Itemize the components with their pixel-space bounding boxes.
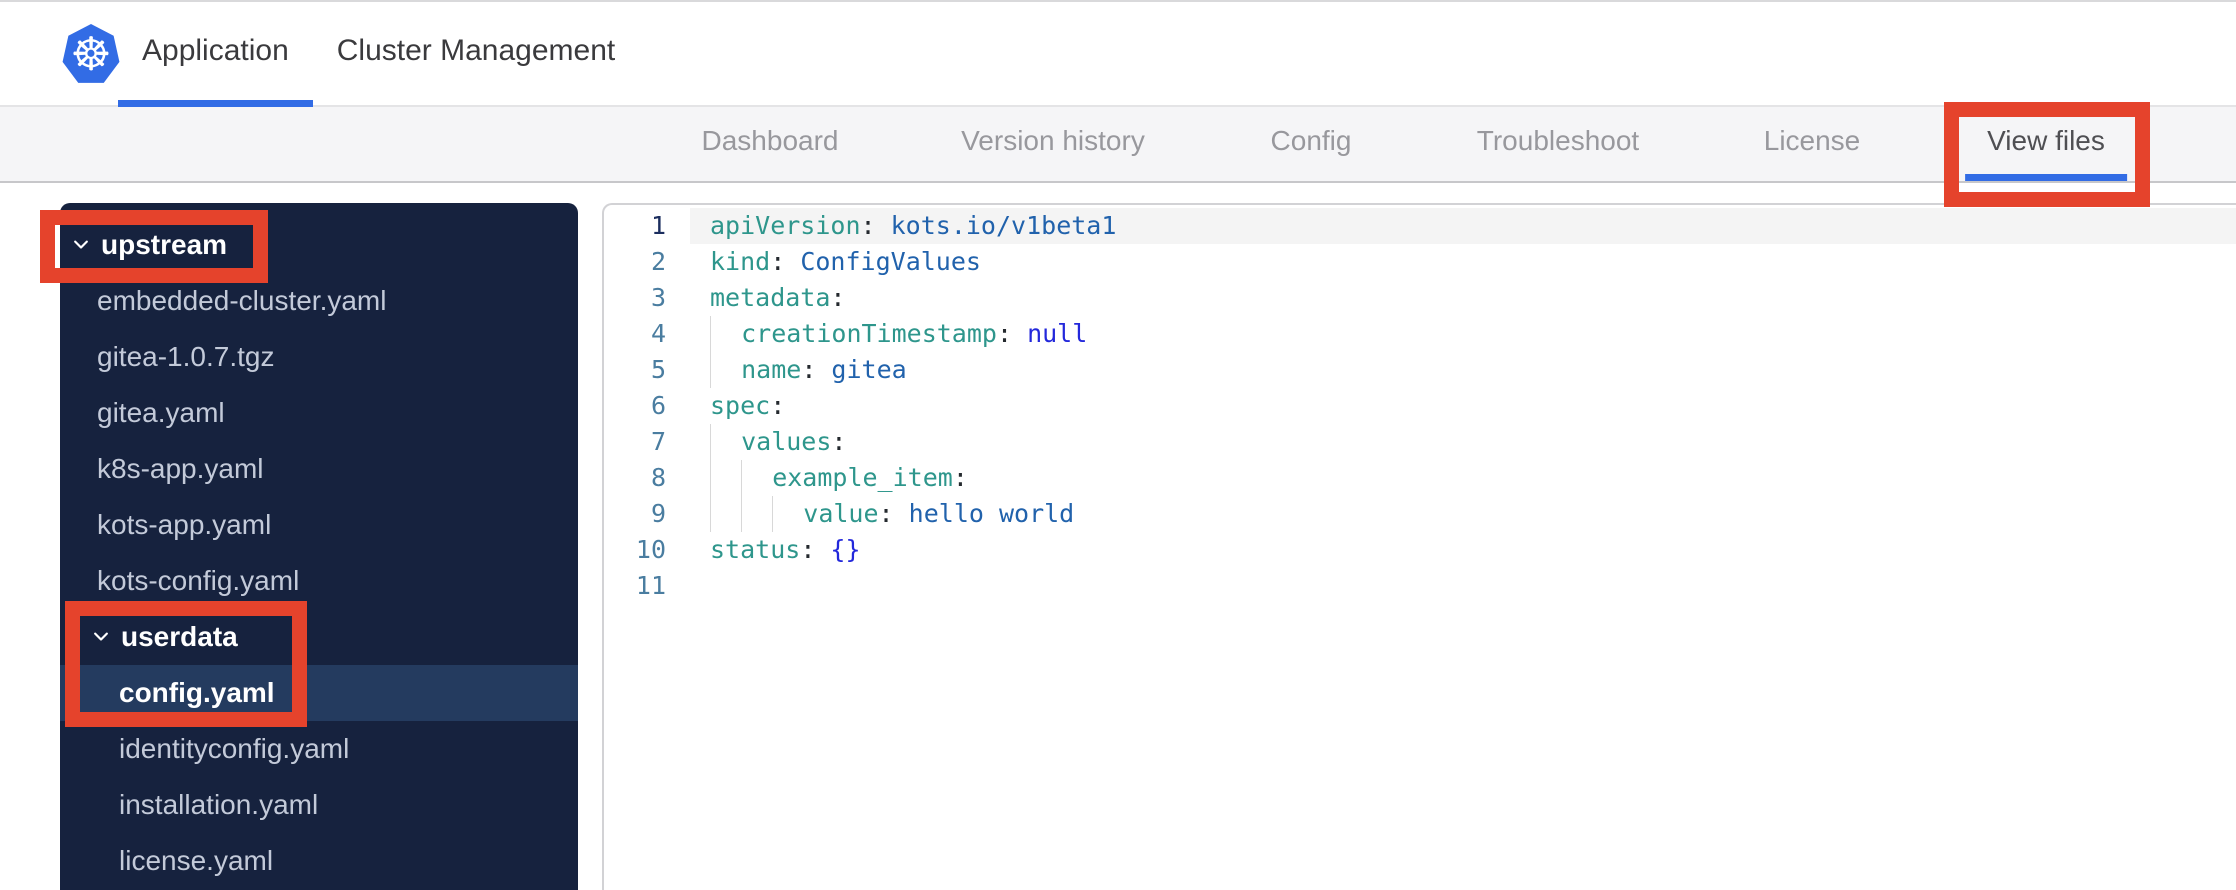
line-number: 11 [635, 571, 666, 600]
file-license-yaml[interactable]: license.yaml [60, 833, 578, 889]
code-line-5[interactable]: 5 name: gitea [604, 352, 2236, 388]
code-line-content: status: {} [710, 535, 861, 564]
code-line-2[interactable]: 2 kind: ConfigValues [604, 244, 2236, 280]
kubernetes-logo[interactable]: ☸ [62, 24, 120, 86]
line-number: 2 [650, 247, 666, 276]
chevron-down-icon[interactable] [71, 234, 93, 256]
app-tab-bar: Dashboard Version history Config Troublesho… [0, 107, 2236, 183]
line-number: 9 [650, 499, 666, 528]
code-line-content: example_item: [690, 460, 2236, 496]
file-tree-sidebar: upstream embedded-cluster.yaml gitea-1.0.7… [60, 203, 578, 890]
file-gitea-yaml[interactable]: gitea.yaml [60, 385, 578, 441]
folder-label: upstream [101, 229, 228, 260]
folder-userdata[interactable]: userdata [60, 609, 578, 665]
code-line-1[interactable]: 1 apiVersion: kots.io/v1beta1 [604, 208, 2236, 244]
topbar: ☸ Application Cluster Management [0, 0, 2236, 107]
file-k8s-app-yaml[interactable]: k8s-app.yaml [60, 441, 578, 497]
code-editor[interactable]: 1 apiVersion: kots.io/v1beta1 2 kind: Confi… [602, 203, 2236, 890]
file-kots-app-yaml[interactable]: kots-app.yaml [60, 497, 578, 553]
app-tab-license[interactable]: License [1742, 107, 1883, 181]
indent-guide [710, 316, 741, 352]
file-label: config.yaml [119, 677, 275, 708]
helm-wheel-glyph: ☸ [70, 27, 112, 81]
line-number: 6 [650, 391, 666, 420]
indent-guide [772, 496, 803, 532]
line-number: 8 [650, 463, 666, 492]
code-line-content: spec: [710, 391, 786, 420]
file-identityconfig-yaml[interactable]: identityconfig.yaml [60, 721, 578, 777]
app-tab-dashboard[interactable]: Dashboard [680, 107, 861, 181]
line-number: 5 [650, 355, 666, 384]
app-tab-version-history[interactable]: Version history [939, 107, 1167, 181]
code-line-4[interactable]: 4 creationTimestamp: null [604, 316, 2236, 352]
line-number: 10 [635, 535, 666, 564]
primary-nav: Application Cluster Management [118, 2, 639, 107]
line-number: 4 [650, 319, 666, 348]
file-label: kots-app.yaml [97, 509, 272, 540]
file-tree: upstream embedded-cluster.yaml gitea-1.0.7… [60, 203, 578, 889]
file-label: gitea-1.0.7.tgz [97, 341, 275, 372]
indent-guide [710, 460, 741, 496]
code-line-content: metadata: [710, 283, 846, 312]
folder-upstream[interactable]: upstream [60, 217, 578, 273]
file-installation-yaml[interactable]: installation.yaml [60, 777, 578, 833]
code-line-content: values: [690, 424, 2236, 460]
file-label: embedded-cluster.yaml [97, 285, 387, 316]
indent-guide [710, 496, 741, 532]
file-label: license.yaml [119, 845, 274, 876]
indent-guide [710, 352, 741, 388]
code-line-8[interactable]: 8 example_item: [604, 460, 2236, 496]
code-lines: 1 apiVersion: kots.io/v1beta1 2 kind: Confi… [604, 208, 2236, 604]
indent-guide [741, 496, 772, 532]
code-line-11[interactable]: 11 [604, 568, 2236, 604]
chevron-down-icon[interactable] [91, 626, 113, 648]
code-line-6[interactable]: 6 spec: [604, 388, 2236, 424]
code-line-content: name: gitea [690, 352, 2236, 388]
code-line-7[interactable]: 7 values: [604, 424, 2236, 460]
code-line-content [690, 568, 2236, 604]
app-tab-troubleshoot[interactable]: Troubleshoot [1455, 107, 1661, 181]
indent-guide [710, 424, 741, 460]
code-line-10[interactable]: 10 status: {} [604, 532, 2236, 568]
line-number: 3 [650, 283, 666, 312]
kubernetes-helm-icon: ☸ [62, 24, 120, 83]
code-line-content: kind: ConfigValues [710, 247, 981, 276]
file-label: installation.yaml [119, 789, 319, 820]
indent-guide [741, 460, 772, 496]
line-number: 7 [650, 427, 666, 456]
app-tab-config[interactable]: Config [1249, 107, 1374, 181]
code-line-9[interactable]: 9 value: hello world [604, 496, 2236, 532]
file-config-yaml[interactable]: config.yaml [60, 665, 578, 721]
file-label: gitea.yaml [97, 397, 225, 428]
line-number: 1 [650, 211, 666, 240]
primary-tab-application[interactable]: Application [118, 2, 313, 107]
app-tab-view-files[interactable]: View files [1965, 107, 2127, 181]
file-kots-config-yaml[interactable]: kots-config.yaml [60, 553, 578, 609]
code-line-content: apiVersion: kots.io/v1beta1 [690, 208, 2236, 244]
file-label: identityconfig.yaml [119, 733, 350, 764]
file-label: kots-config.yaml [97, 565, 300, 596]
code-line-3[interactable]: 3 metadata: [604, 280, 2236, 316]
file-label: k8s-app.yaml [97, 453, 264, 484]
file-embedded-cluster-yaml[interactable]: embedded-cluster.yaml [60, 273, 578, 329]
code-line-content: value: hello world [690, 496, 2236, 532]
file-gitea-1-0-7-tgz[interactable]: gitea-1.0.7.tgz [60, 329, 578, 385]
code-line-content: creationTimestamp: null [690, 316, 2236, 352]
primary-tab-cluster-management[interactable]: Cluster Management [313, 2, 639, 107]
folder-label: userdata [121, 621, 238, 652]
